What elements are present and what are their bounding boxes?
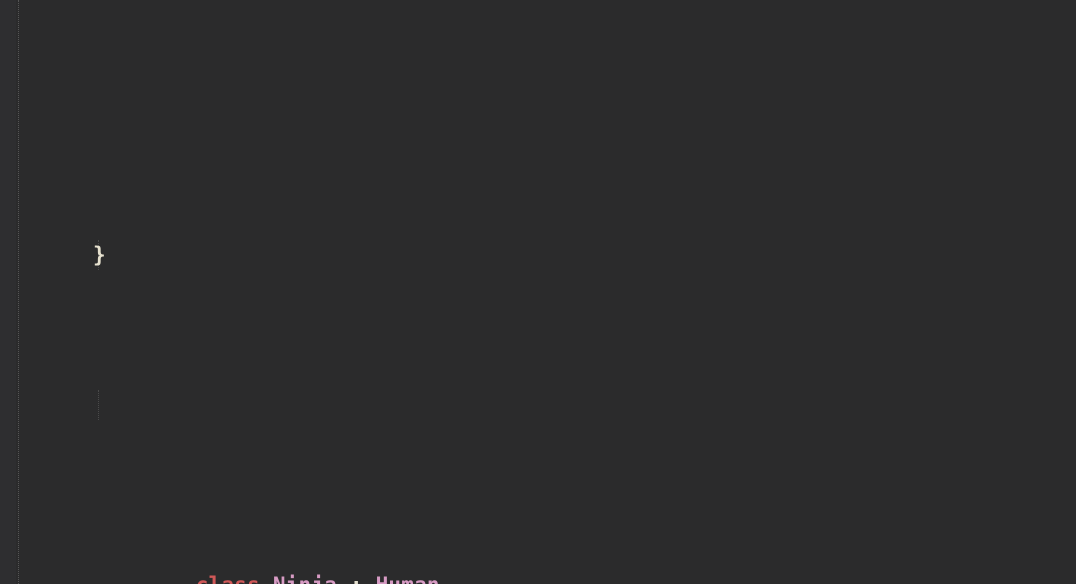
space bbox=[260, 573, 273, 584]
keyword-class: class bbox=[196, 573, 260, 584]
brace: } bbox=[93, 240, 106, 270]
class-name: Ninja bbox=[273, 573, 337, 584]
code-editor[interactable]: } class Ninja : Human { public string ni… bbox=[0, 0, 1076, 584]
base-class: Human bbox=[376, 573, 440, 584]
colon: : bbox=[337, 573, 376, 584]
code-block: } class Ninja : Human { public string ni… bbox=[0, 120, 1076, 584]
